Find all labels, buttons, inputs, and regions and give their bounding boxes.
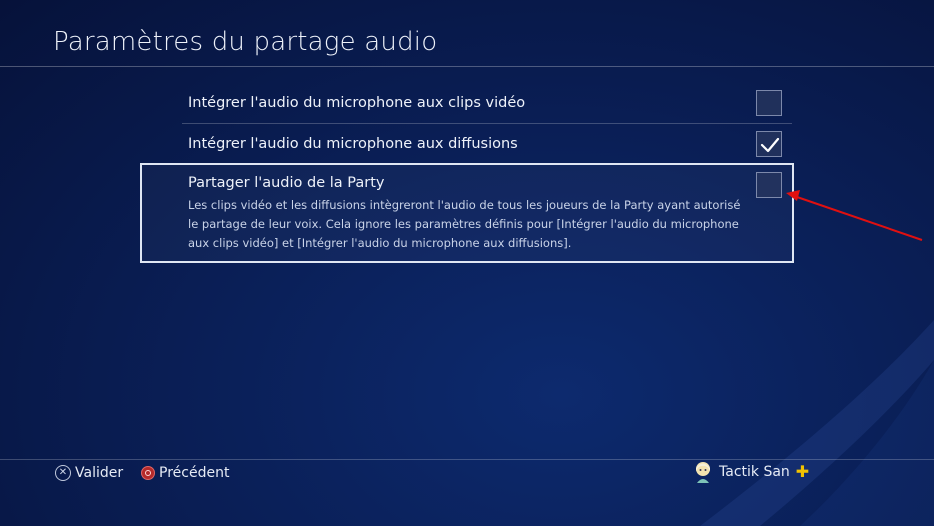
background-swoosh (700, 320, 934, 526)
back-label: Précédent (159, 465, 230, 481)
confirm-label: Valider (75, 465, 124, 481)
user-profile[interactable]: Tactik San ✚ (693, 461, 809, 483)
party-audio-checkbox[interactable] (756, 172, 782, 198)
username: Tactik San (719, 464, 790, 480)
cross-button-icon: ✕ (55, 465, 71, 481)
playstation-plus-icon: ✚ (795, 462, 810, 481)
setting-label: Intégrer l'audio du microphone aux clips… (188, 95, 526, 111)
setting-description: Les clips vidéo et les diffusions intègr… (188, 198, 741, 250)
footer-divider (0, 459, 934, 460)
confirm-button[interactable]: ✕ Valider (55, 465, 123, 481)
annotation-arrow (786, 190, 923, 241)
setting-row-mic-clips[interactable]: Intégrer l'audio du microphone aux clips… (182, 83, 792, 123)
setting-label: Partager l'audio de la Party (188, 175, 385, 191)
mic-broadcasts-checkbox[interactable] (756, 131, 782, 157)
mic-clips-checkbox[interactable] (756, 90, 782, 116)
circle-button-icon (141, 466, 155, 480)
setting-label: Intégrer l'audio du microphone aux diffu… (188, 136, 518, 152)
page-title: Paramètres du partage audio (53, 27, 438, 57)
checkmark-icon (760, 137, 780, 153)
avatar (696, 462, 710, 483)
back-button[interactable]: Précédent (141, 465, 229, 481)
setting-row-mic-broadcasts[interactable]: Intégrer l'audio du microphone aux diffu… (182, 124, 792, 164)
header-divider (0, 66, 934, 67)
